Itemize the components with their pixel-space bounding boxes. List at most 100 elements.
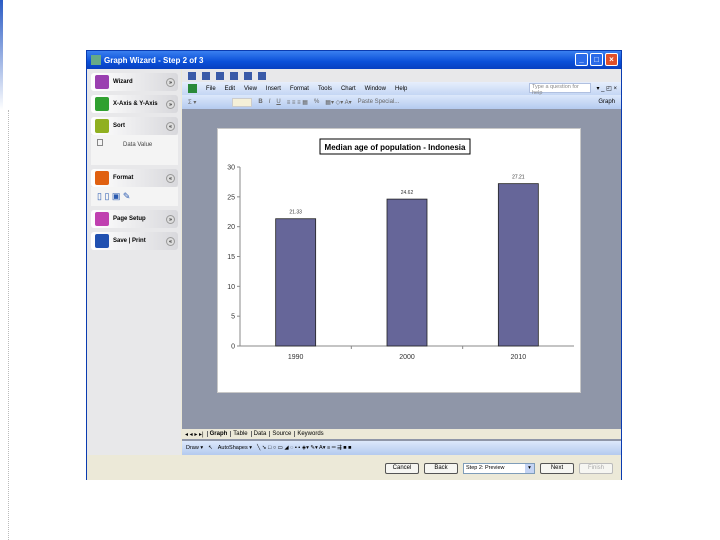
italic-button[interactable]: I (269, 99, 271, 105)
bold-button[interactable]: B (258, 99, 262, 105)
align-buttons[interactable]: ≡ ≡ ≡ ▦ (287, 99, 308, 106)
y-tick-label: 25 (227, 194, 235, 201)
checkbox[interactable] (97, 139, 103, 146)
chevron-icon[interactable]: « (166, 121, 175, 131)
graph-wizard-window: Graph Wizard - Step 2 of 3 _ □ × Wizard »… (86, 50, 622, 480)
draw-menu[interactable]: Draw ▾ (186, 445, 203, 451)
format-tools: ▯ ▯ ▣ ✎ (91, 187, 178, 206)
sheet-tab-graph[interactable]: Graph (206, 431, 227, 437)
section-label: Save | Print (113, 238, 146, 244)
chart-title: Median age of population - Indonesia (325, 143, 466, 152)
menu-window[interactable]: Window (365, 86, 386, 92)
format-toolbar: Σ ▾ B IU ≡ ≡ ≡ ▦ % ▦▾ ◇▾ A▾ Paste Special… (182, 95, 621, 109)
slide-accent (0, 0, 3, 110)
sidebar-section-wizard[interactable]: Wizard » (91, 73, 178, 91)
cancel-button[interactable]: Cancel (385, 462, 419, 474)
underline-button[interactable]: U (276, 99, 280, 105)
format-tool-icons[interactable]: ▯ ▯ ▣ ✎ (97, 191, 130, 201)
sheet-tab-keywords[interactable]: Keywords (294, 431, 324, 437)
menu-help[interactable]: Help (395, 86, 407, 92)
main-area: File Edit View Insert Format Tools Chart Window… (182, 69, 621, 455)
bar-chart: Median age of population - Indonesia 0 5 10… (227, 138, 574, 361)
minimize-button[interactable]: _ (575, 53, 588, 66)
slide-divider (8, 110, 9, 540)
paste-special-button[interactable]: Paste Special... (358, 99, 400, 105)
sheet-tab-data[interactable]: Data (250, 431, 266, 437)
sheet-tabs: ◂ ◂ ▸ ▸| Graph Table Data Source Keywords (182, 429, 621, 439)
finish-button[interactable]: Finish (579, 462, 613, 474)
sort-options: Data Value (91, 135, 178, 165)
chevron-icon[interactable]: » (166, 99, 175, 109)
next-button[interactable]: Next (540, 462, 574, 474)
triangle-icon[interactable] (258, 71, 266, 80)
menu-bar: File Edit View Insert Format Tools Chart Window… (182, 82, 621, 96)
sidebar-section-format[interactable]: Format « (91, 169, 178, 187)
section-icon (95, 75, 109, 89)
sidebar-section-sort[interactable]: Sort « (91, 117, 178, 135)
section-label: Page Setup (113, 216, 146, 222)
section-label: Format (113, 175, 134, 181)
percent-button[interactable]: % (314, 99, 319, 105)
back-button[interactable]: Back (424, 462, 458, 474)
gear-icon[interactable] (244, 71, 252, 80)
window-title: Graph Wizard - Step 2 of 3 (104, 55, 204, 65)
borders-button[interactable]: ▦▾ ◇▾ A▾ (325, 99, 351, 106)
bar-chart-icon[interactable] (202, 71, 210, 80)
wizard-sidebar: Wizard » X-Axis & Y-Axis » Sort « Data Value Fo… (87, 69, 181, 455)
sort-option-label: Data Value (123, 142, 153, 148)
sheet-tab-table[interactable]: Table (230, 431, 248, 437)
sidebar-section-save-print[interactable]: Save | Print « (91, 232, 178, 250)
chart-icon[interactable] (188, 71, 196, 80)
graph-button[interactable]: Graph (598, 99, 615, 105)
menu-tools[interactable]: Tools (318, 86, 332, 92)
step-select[interactable]: Step 2: Preview (463, 462, 535, 474)
excel-icon (188, 84, 197, 93)
bar-2000 (386, 198, 428, 347)
section-icon (95, 119, 109, 133)
menu-format[interactable]: Format (290, 86, 309, 92)
title-bar: Graph Wizard - Step 2 of 3 _ □ × (87, 51, 621, 69)
y-tick-label: 30 (227, 165, 235, 172)
sidebar-section-x-axis-y-axis[interactable]: X-Axis & Y-Axis » (91, 95, 178, 113)
section-label: Sort (113, 123, 125, 129)
x-tick-label: 1990 (288, 354, 304, 361)
menu-chart[interactable]: Chart (341, 86, 356, 92)
x-tick-label: 2000 (399, 354, 415, 361)
section-label: Wizard (113, 79, 133, 85)
hbar-chart-icon[interactable] (216, 71, 224, 80)
data-label: 27.21 (512, 175, 525, 181)
maximize-button[interactable]: □ (590, 53, 603, 66)
sidebar-section-page-setup[interactable]: Page Setup » (91, 210, 178, 228)
chevron-icon[interactable]: » (166, 77, 175, 87)
chart-page: Median age of population - Indonesia 0 5 10… (217, 128, 581, 393)
sheet-tab-source[interactable]: Source (269, 431, 291, 437)
window-controls[interactable]: ▾ _ ◰ × (596, 85, 617, 92)
menu-insert[interactable]: Insert (266, 86, 281, 92)
autoshapes-menu[interactable]: AutoShapes ▾ (218, 445, 252, 451)
wizard-button-bar: Cancel Back Step 2: Preview Next Finish (87, 456, 621, 480)
select-pointer-icon[interactable]: ↖ (208, 445, 213, 451)
section-icon (95, 234, 109, 248)
line-chart-icon[interactable] (230, 71, 238, 80)
tab-nav-arrows[interactable]: ◂ ◂ ▸ ▸| (185, 431, 204, 438)
chevron-icon[interactable]: » (166, 214, 175, 224)
chevron-icon[interactable]: « (166, 236, 175, 246)
font-size-select[interactable] (232, 97, 253, 107)
autosum-button[interactable]: Σ ▾ (188, 99, 196, 106)
menu-edit[interactable]: Edit (225, 86, 235, 92)
shape-tools[interactable]: ╲ ➘ □ ○ ▭ ◢ ◌ ▪ ▪ ◈▾ ✎▾ A▾ ≡ ═ ⇶ ■ ■ (257, 445, 351, 451)
y-tick-label: 5 (231, 314, 235, 321)
x-tick-label: 2010 (511, 354, 527, 361)
menu-view[interactable]: View (244, 86, 257, 92)
y-tick-label: 15 (227, 254, 235, 261)
menu-file[interactable]: File (206, 86, 216, 92)
bar-1990 (275, 218, 317, 347)
close-button[interactable]: × (605, 53, 618, 66)
bar-2010 (497, 183, 539, 347)
section-label: X-Axis & Y-Axis (113, 101, 158, 107)
drawing-toolbar: Draw ▾ ↖ AutoShapes ▾ ╲ ➘ □ ○ ▭ ◢ ◌ ▪ ▪ … (182, 441, 621, 455)
chevron-icon[interactable]: « (166, 173, 175, 183)
data-label: 24.62 (401, 190, 414, 196)
section-icon (95, 212, 109, 226)
help-search-input[interactable]: Type a question for help (529, 83, 591, 96)
